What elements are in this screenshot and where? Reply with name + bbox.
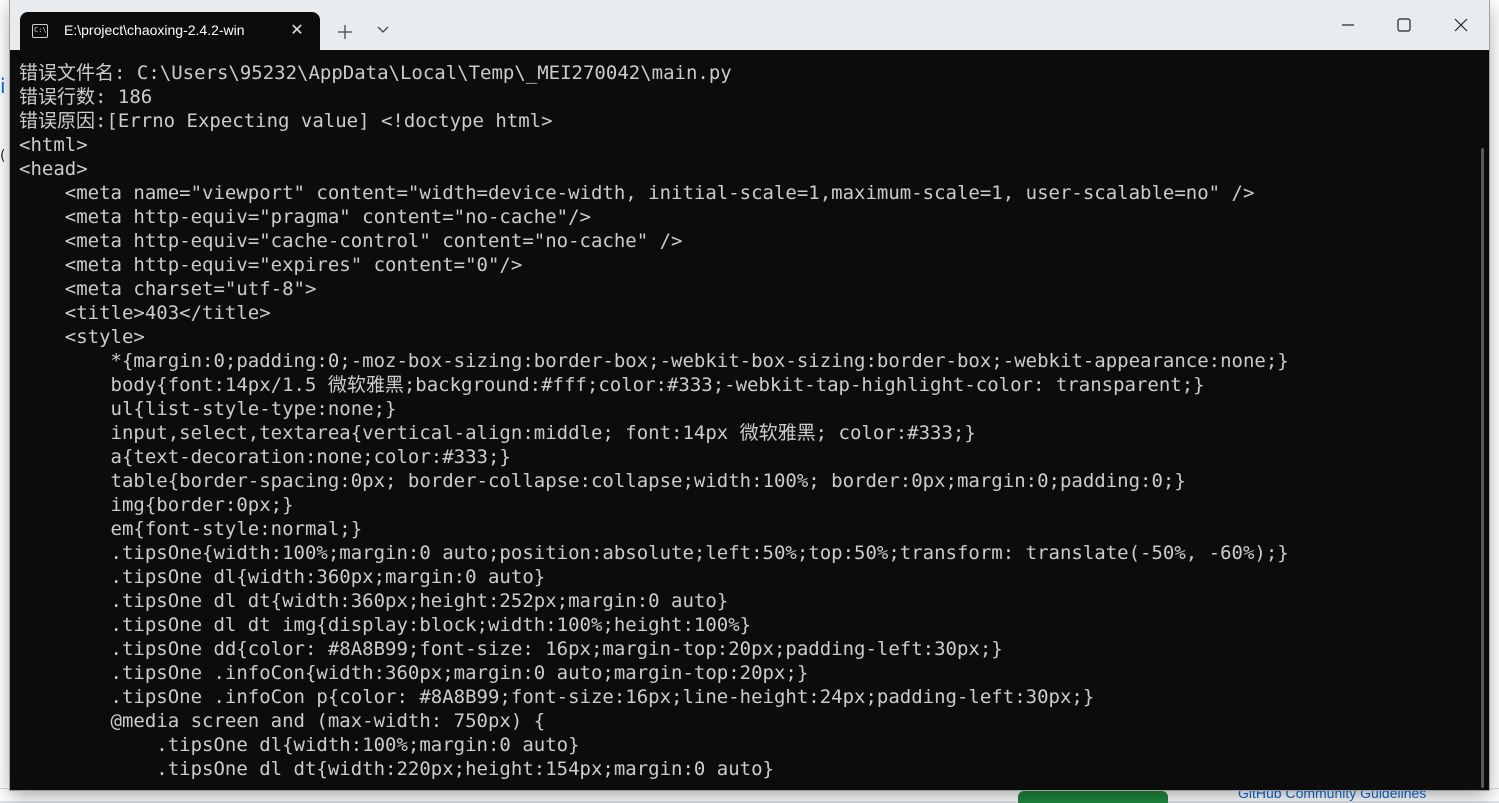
title-bar[interactable]: C:\ E:\project\chaoxing-2.4.2-win ✕ [10, 0, 1489, 50]
minimize-icon [1342, 24, 1354, 26]
terminal-line: *{margin:0;padding:0;-moz-box-sizing:bor… [19, 350, 1289, 372]
terminal-line: .tipsOne dd{color: #8A8B99;font-size: 16… [19, 638, 1003, 660]
background-fragment: i [0, 74, 6, 98]
scrollbar-thumb[interactable] [1481, 148, 1484, 788]
terminal-line: 错误文件名: C:\Users\95232\AppData\Local\Temp… [19, 62, 732, 84]
terminal-line: 错误行数: 186 [19, 86, 153, 108]
terminal-line: table{border-spacing:0px; border-collaps… [19, 470, 1186, 492]
background-green-button [1018, 791, 1168, 803]
terminal-line: .tipsOne dl dt{width:360px;height:252px;… [19, 590, 729, 612]
new-tab-button[interactable] [332, 19, 358, 45]
tab-dropdown-button[interactable] [370, 19, 396, 45]
terminal-window: C:\ E:\project\chaoxing-2.4.2-win ✕ 错误文件… [10, 0, 1489, 790]
terminal-line: <html> [19, 134, 88, 156]
close-window-button[interactable] [1433, 0, 1489, 50]
minimize-button[interactable] [1320, 0, 1376, 50]
terminal-line: <meta http-equiv="expires" content="0"/> [19, 254, 523, 276]
terminal-line: .tipsOne{width:100%;margin:0 auto;positi… [19, 542, 1289, 564]
terminal-line: <meta charset="utf-8"> [19, 278, 317, 300]
terminal-line: input,select,textarea{vertical-align:mid… [19, 422, 976, 444]
maximize-button[interactable] [1376, 0, 1432, 50]
terminal-line: <head> [19, 158, 88, 180]
terminal-line: body{font:14px/1.5 微软雅黑;background:#fff;… [19, 374, 1205, 396]
background-fragment: ( [0, 148, 6, 164]
terminal-line: .tipsOne .infoCon p{color: #8A8B99;font-… [19, 686, 1095, 708]
background-app-right-edge [1489, 0, 1499, 800]
close-tab-icon[interactable]: ✕ [286, 19, 308, 41]
chevron-down-icon [377, 26, 389, 33]
terminal-line: <meta http-equiv="pragma" content="no-ca… [19, 206, 591, 228]
terminal-line: .tipsOne dl{width:360px;margin:0 auto} [19, 566, 546, 588]
maximize-icon [1397, 18, 1411, 32]
terminal-tab[interactable]: C:\ E:\project\chaoxing-2.4.2-win ✕ [20, 12, 320, 50]
terminal-scrollbar[interactable] [1475, 50, 1489, 790]
terminal-line: 错误原因:[Errno Expecting value] <!doctype h… [19, 110, 553, 132]
terminal-line: .tipsOne .infoCon{width:360px;margin:0 a… [19, 662, 809, 684]
terminal-line: ul{list-style-type:none;} [19, 398, 397, 420]
terminal-line: img{border:0px;} [19, 494, 294, 516]
terminal-line: .tipsOne dl{width:100%;margin:0 auto} [19, 734, 580, 756]
terminal-line: <style> [19, 326, 145, 348]
plus-icon [338, 25, 352, 39]
terminal-line: <title>403</title> [19, 302, 271, 324]
terminal-line: <meta name="viewport" content="width=dev… [19, 182, 1255, 204]
terminal-line: @media screen and (max-width: 750px) { [19, 710, 546, 732]
tab-title: E:\project\chaoxing-2.4.2-win [64, 22, 245, 38]
terminal-line: em{font-style:normal;} [19, 518, 363, 540]
close-icon [1454, 18, 1468, 32]
terminal-line: a{text-decoration:none;color:#333;} [19, 446, 511, 468]
terminal-output[interactable]: 错误文件名: C:\Users\95232\AppData\Local\Temp… [10, 50, 1475, 790]
terminal-line: <meta http-equiv="cache-control" content… [19, 230, 683, 252]
terminal-line: .tipsOne dl dt{width:220px;height:154px;… [19, 758, 774, 780]
terminal-icon: C:\ [32, 24, 48, 38]
terminal-line: .tipsOne dl dt img{display:block;width:1… [19, 614, 752, 636]
terminal-text: 错误文件名: C:\Users\95232\AppData\Local\Temp… [10, 50, 1475, 781]
